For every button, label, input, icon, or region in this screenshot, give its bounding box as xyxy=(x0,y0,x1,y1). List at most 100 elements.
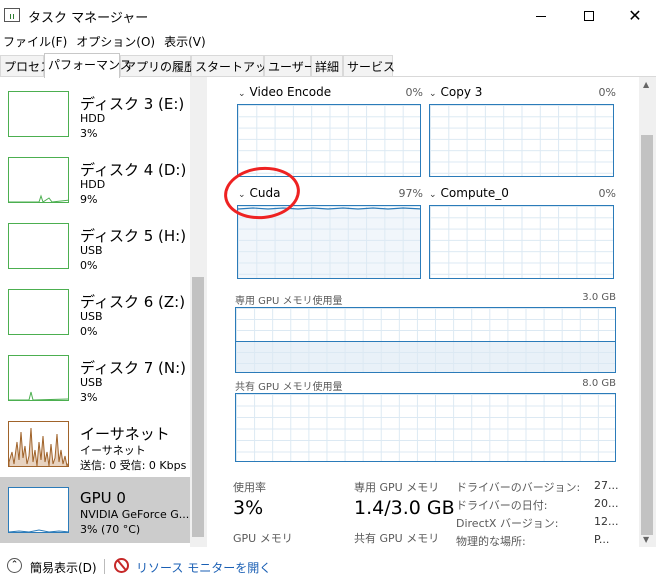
sidebar-item-type: イーサネット xyxy=(80,444,146,457)
disk-thumbnail-graph xyxy=(8,157,69,203)
open-resource-monitor-link[interactable]: リソース モニターを開く xyxy=(136,559,271,576)
close-icon: ✕ xyxy=(628,6,642,25)
engine-percent: 97% xyxy=(398,187,423,200)
driver-version-label: ドライバーのバージョン: xyxy=(456,481,581,494)
sidebar-item-name: ディスク 3 (E:) xyxy=(80,95,185,113)
sidebar-item-name: イーサネット xyxy=(80,425,170,443)
disk-thumbnail-graph xyxy=(8,223,69,269)
sidebar-item-usage: 3% xyxy=(80,127,98,140)
menu-options[interactable]: オプション(O) xyxy=(73,32,161,52)
resource-monitor-icon xyxy=(114,558,129,573)
sidebar-item-name: ディスク 5 (H:) xyxy=(80,227,187,245)
sidebar-item-type: NVIDIA GeForce G... xyxy=(80,508,190,521)
tab-details[interactable]: 詳細 xyxy=(311,55,343,76)
sidebar-item-ethernet[interactable]: イーサネット イーサネット 送信: 0 受信: 0 Kbps xyxy=(0,411,190,477)
chevron-down-icon: ⌄ xyxy=(429,89,437,99)
driver-date-value: 20... xyxy=(594,497,619,510)
physical-location-label: 物理的な場所: xyxy=(456,535,526,548)
copy-3-graph xyxy=(429,104,614,177)
dedicated-gpu-memory-label: 専用 GPU メモリ xyxy=(354,481,440,494)
graph-grid xyxy=(238,105,420,176)
directx-version-label: DirectX バージョン: xyxy=(456,517,559,530)
utilization-value: 3% xyxy=(233,497,264,519)
details-scrollbar-thumb[interactable] xyxy=(641,135,653,535)
utilization-label: 使用率 xyxy=(233,481,266,494)
sidebar-scrollbar[interactable] xyxy=(190,77,207,547)
physical-location-value: P... xyxy=(594,533,610,546)
shared-memory-max: 8.0 GB xyxy=(582,378,616,389)
dedicated-memory-label: 専用 GPU メモリ使用量 xyxy=(235,296,343,307)
disk-activity-sparkline xyxy=(9,194,68,202)
disk-thumbnail-graph xyxy=(8,289,69,335)
window-title: タスク マネージャー xyxy=(28,11,149,26)
sidebar-item-type: HDD xyxy=(80,112,106,125)
maximize-icon xyxy=(584,11,594,21)
tab-processes[interactable]: プロセス xyxy=(0,55,52,76)
ethernet-activity-sparkline xyxy=(9,427,68,466)
sidebar-item-type: USB xyxy=(80,244,103,257)
tab-services[interactable]: サービス xyxy=(343,55,395,76)
close-button[interactable]: ✕ xyxy=(612,0,656,32)
sidebar-item-name: ディスク 4 (D:) xyxy=(80,161,187,179)
sidebar-item-gpu-0[interactable]: GPU 0 NVIDIA GeForce G... 3% (70 °C) xyxy=(0,477,190,543)
graph-grid xyxy=(236,394,615,461)
sidebar-item-disk-3[interactable]: ディスク 3 (E:) HDD 3% xyxy=(0,81,190,147)
engine-name: Video Encode xyxy=(249,85,332,99)
engine-selector-copy-3[interactable]: ⌄ Copy 3 xyxy=(429,85,482,99)
directx-version-value: 12... xyxy=(594,515,619,528)
shared-memory-graph xyxy=(235,393,616,462)
engine-name: Compute_0 xyxy=(440,186,509,200)
sidebar-item-type: USB xyxy=(80,376,103,389)
dedicated-memory-max: 3.0 GB xyxy=(582,292,616,303)
engine-selector-video-encode[interactable]: ⌄ Video Encode xyxy=(238,85,331,99)
scroll-up-icon[interactable]: ▲ xyxy=(643,80,649,89)
sidebar-item-name: GPU 0 xyxy=(80,489,126,507)
chevron-down-icon: ⌄ xyxy=(238,89,246,99)
ethernet-thumbnail-graph xyxy=(8,421,69,467)
gpu-memory-label: GPU メモリ xyxy=(233,532,293,545)
menu-view[interactable]: 表示(V) xyxy=(161,32,212,52)
sidebar-item-usage: 3% xyxy=(80,391,98,404)
driver-date-label: ドライバーの日付: xyxy=(456,499,548,512)
chevron-down-icon: ⌄ xyxy=(429,190,437,200)
tab-startup[interactable]: スタートアップ xyxy=(191,55,279,76)
engine-selector-compute-0[interactable]: ⌄ Compute_0 xyxy=(429,186,509,200)
dedicated-memory-level-line xyxy=(236,340,615,342)
menu-file[interactable]: ファイル(F) xyxy=(0,32,73,52)
sidebar-item-name: ディスク 7 (N:) xyxy=(80,359,187,377)
sidebar-item-disk-5[interactable]: ディスク 5 (H:) USB 0% xyxy=(0,213,190,279)
dedicated-memory-graph xyxy=(235,307,616,373)
engine-percent: 0% xyxy=(598,86,616,99)
maximize-button[interactable] xyxy=(566,0,612,32)
sidebar-item-name: ディスク 6 (Z:) xyxy=(80,293,186,311)
gpu-activity-sparkline xyxy=(9,529,68,532)
tab-performance[interactable]: パフォーマンス xyxy=(44,53,132,78)
sidebar-item-usage: 0% xyxy=(80,259,98,272)
sidebar-item-usage: 3% (70 °C) xyxy=(80,523,141,536)
compact-view-button[interactable]: 簡易表示(D) xyxy=(30,559,97,576)
sidebar-item-type: HDD xyxy=(80,178,106,191)
sidebar-item-disk-4[interactable]: ディスク 4 (D:) HDD 9% xyxy=(0,147,190,213)
driver-version-value: 27... xyxy=(594,479,619,492)
menu-bar: ファイル(F) オプション(O) 表示(V) xyxy=(0,32,212,52)
scroll-down-icon[interactable]: ▼ xyxy=(643,535,649,544)
details-scrollbar[interactable]: ▲ ▼ xyxy=(639,77,656,547)
footer-bar: ⌃ 簡易表示(D) リソース モニターを開く xyxy=(0,554,656,588)
task-manager-icon xyxy=(4,8,20,22)
chevron-up-icon[interactable]: ⌃ xyxy=(7,558,22,573)
title-bar: タスク マネージャー ✕ xyxy=(0,0,656,32)
disk-thumbnail-graph xyxy=(8,91,69,137)
sidebar-item-disk-6[interactable]: ディスク 6 (Z:) USB 0% xyxy=(0,279,190,345)
sidebar-item-disk-7[interactable]: ディスク 7 (N:) USB 3% xyxy=(0,345,190,411)
sidebar-scrollbar-thumb[interactable] xyxy=(192,277,204,537)
sidebar-item-usage: 0% xyxy=(80,325,98,338)
gpu-details-panel: ⌄ Video Encode 0% ⌄ Copy 3 0% ⌄ Cuda 97% ⌄ C… xyxy=(208,77,656,548)
tab-bar: プロセス パフォーマンス アプリの履歴 スタートアップ ユーザー 詳細 サービス xyxy=(0,53,656,78)
tab-users[interactable]: ユーザー xyxy=(264,55,316,76)
graph-grid xyxy=(430,206,613,278)
minimize-button[interactable] xyxy=(518,0,564,32)
footer-divider xyxy=(104,559,105,574)
compute-0-graph xyxy=(429,205,614,279)
sidebar-item-usage: 9% xyxy=(80,193,98,206)
graph-grid xyxy=(430,105,613,176)
